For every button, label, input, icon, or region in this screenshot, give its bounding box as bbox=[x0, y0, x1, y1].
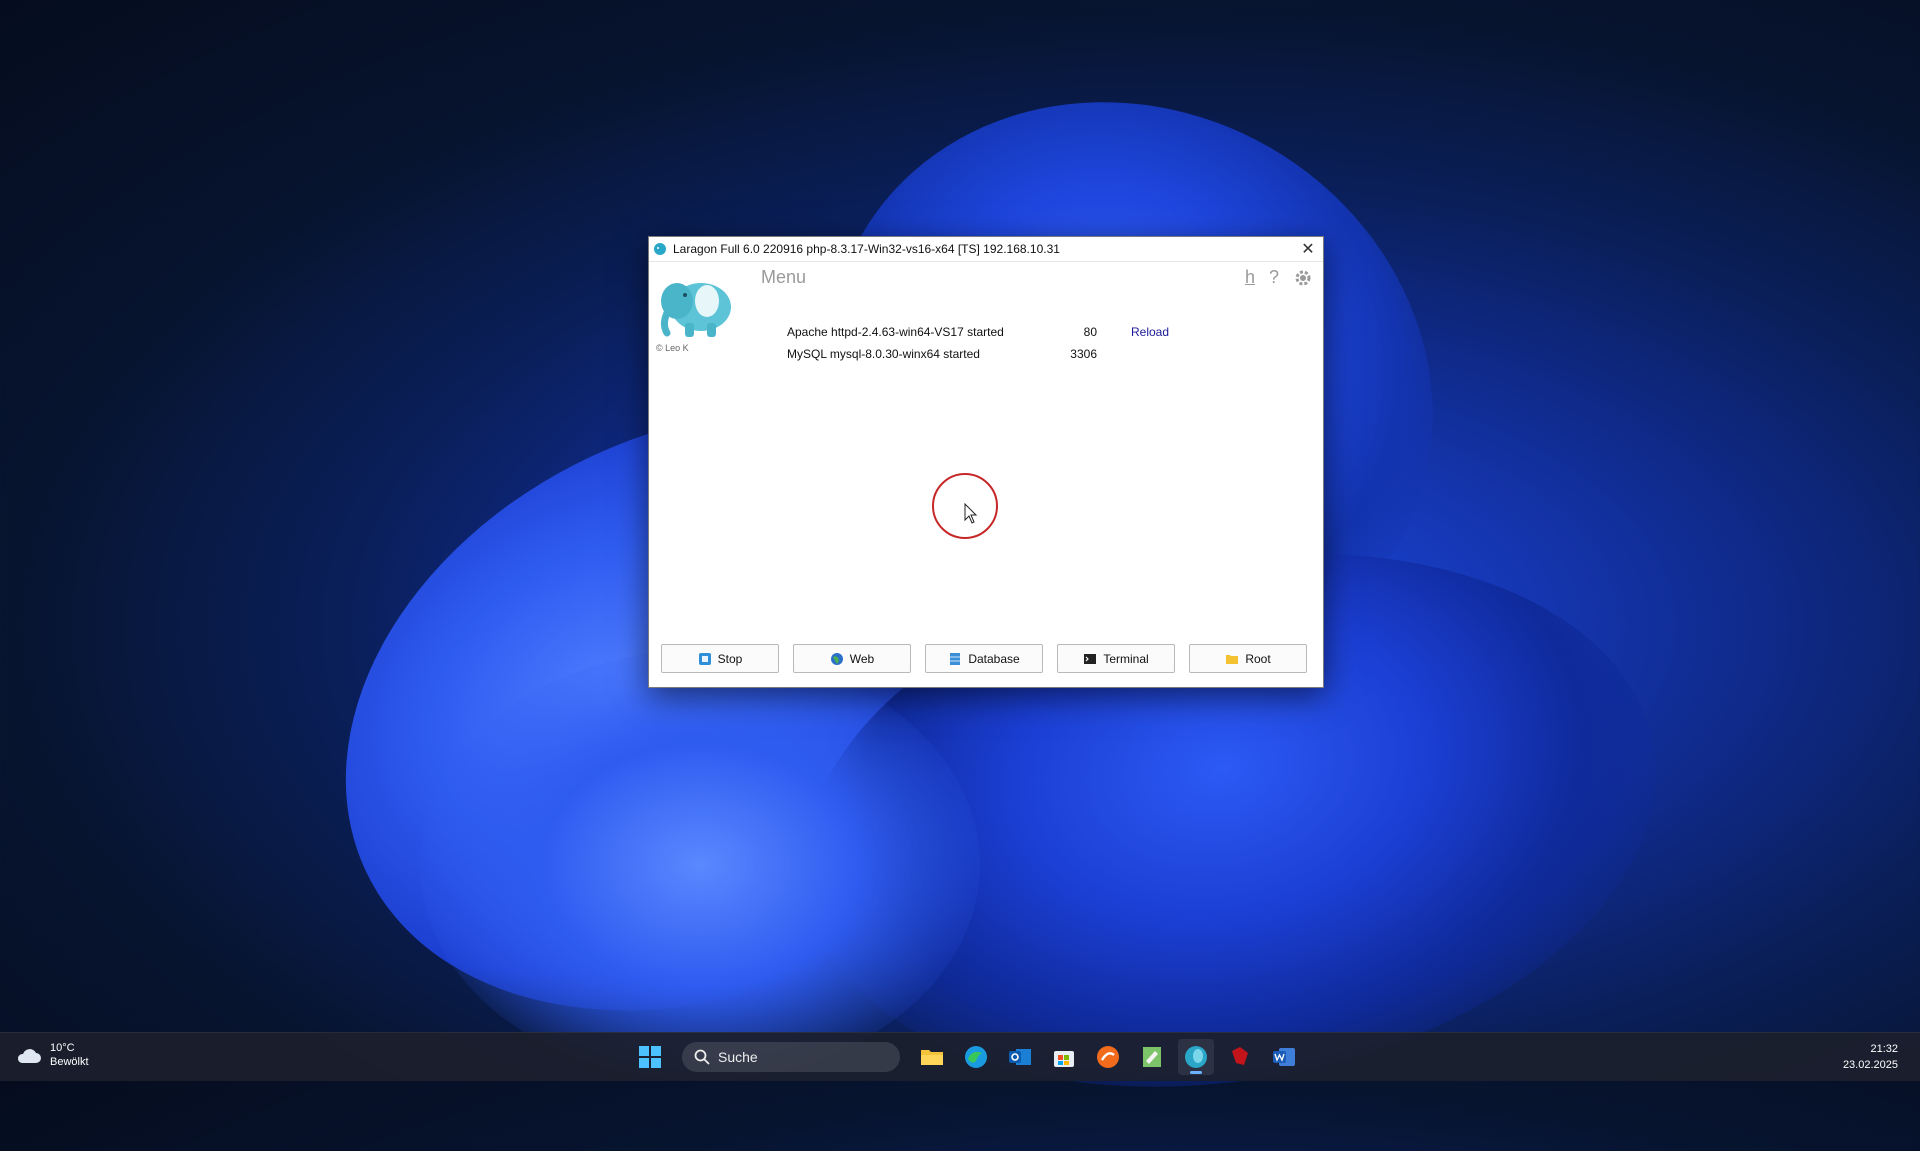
service-row-apache: Apache httpd-2.4.63-win64-VS17 started 8… bbox=[787, 325, 1169, 339]
reload-link[interactable]: Reload bbox=[1131, 325, 1169, 339]
clock-date: 23.02.2025 bbox=[1842, 1059, 1898, 1071]
word-button[interactable] bbox=[1266, 1039, 1302, 1075]
database-icon bbox=[950, 652, 961, 665]
windows-start-icon bbox=[639, 1046, 661, 1068]
app-orange-icon bbox=[1097, 1046, 1119, 1068]
database-button[interactable]: Database bbox=[925, 644, 1043, 673]
laragon-elephant-logo bbox=[660, 283, 731, 337]
window-title: Laragon Full 6.0 220916 php-8.3.17-Win32… bbox=[673, 242, 1060, 256]
copyright-text: © Leo K bbox=[656, 343, 689, 353]
laragon-icon bbox=[1185, 1046, 1207, 1068]
store-button[interactable] bbox=[1046, 1039, 1082, 1075]
service-name: Apache httpd-2.4.63-win64-VS17 started bbox=[787, 325, 1004, 339]
red-app-button[interactable] bbox=[1222, 1039, 1258, 1075]
folder-icon bbox=[1226, 654, 1239, 664]
taskbar-apps: Suche bbox=[632, 1039, 1302, 1075]
service-port: 80 bbox=[1083, 325, 1097, 339]
service-row-mysql: MySQL mysql-8.0.30-winx64 started 3306 bbox=[787, 347, 1097, 361]
close-button[interactable]: ✕ bbox=[1293, 237, 1323, 261]
start-button[interactable] bbox=[632, 1039, 668, 1075]
outlook-button[interactable] bbox=[1002, 1039, 1038, 1075]
clock-time: 21:32 bbox=[1870, 1043, 1898, 1055]
title-bar[interactable]: Laragon Full 6.0 220916 php-8.3.17-Win32… bbox=[649, 237, 1323, 262]
terminal-icon bbox=[1084, 653, 1097, 664]
weather-temperature: 10°C bbox=[50, 1042, 75, 1054]
edge-button[interactable] bbox=[958, 1039, 994, 1075]
orange-app-button[interactable] bbox=[1090, 1039, 1126, 1075]
help-button[interactable]: ? bbox=[1269, 267, 1279, 288]
web-button[interactable]: Web bbox=[793, 644, 911, 673]
terminal-button[interactable]: Terminal bbox=[1057, 644, 1175, 673]
menu-button[interactable]: Menu bbox=[761, 267, 806, 288]
stop-label: Stop bbox=[717, 651, 743, 666]
root-button[interactable]: Root bbox=[1189, 644, 1307, 673]
stop-button[interactable]: Stop bbox=[661, 644, 779, 673]
word-icon bbox=[1273, 1048, 1295, 1066]
notepad-button[interactable] bbox=[1134, 1039, 1170, 1075]
store-icon bbox=[1054, 1051, 1074, 1067]
weather-widget[interactable]: 10°C Bewölkt bbox=[16, 1042, 89, 1069]
laragon-taskbar-button[interactable] bbox=[1178, 1039, 1214, 1075]
laragon-window: Laragon Full 6.0 220916 php-8.3.17-Win32… bbox=[648, 236, 1324, 688]
app-red-icon bbox=[1232, 1047, 1248, 1065]
web-label: Web bbox=[849, 651, 875, 666]
laragon-icon bbox=[654, 243, 666, 255]
notepad-icon bbox=[1143, 1047, 1161, 1067]
wallpaper-bloom bbox=[420, 650, 980, 1080]
search-icon bbox=[694, 1049, 710, 1065]
database-label: Database bbox=[968, 651, 1020, 666]
service-port: 3306 bbox=[1070, 347, 1097, 361]
mouse-cursor-icon bbox=[964, 503, 978, 524]
cloud-icon bbox=[17, 1048, 41, 1063]
taskbar: 10°C Bewölkt Suche 21:32 23.02.2025 bbox=[0, 1032, 1920, 1081]
action-button-bar: Stop Web Database Terminal Root bbox=[661, 644, 1307, 673]
top-icon-group: h ? bbox=[1245, 267, 1313, 288]
gear-icon[interactable] bbox=[1293, 268, 1313, 288]
h-button[interactable]: h bbox=[1245, 267, 1255, 288]
folder-icon bbox=[921, 1050, 943, 1065]
file-explorer-button[interactable] bbox=[914, 1039, 950, 1075]
weather-condition: Bewölkt bbox=[50, 1056, 89, 1068]
globe-icon bbox=[830, 652, 843, 665]
root-label: Root bbox=[1245, 651, 1271, 666]
system-clock[interactable]: 21:32 23.02.2025 bbox=[1843, 1041, 1898, 1073]
search-label: Suche bbox=[718, 1049, 758, 1065]
taskbar-search[interactable]: Suche bbox=[682, 1042, 900, 1072]
outlook-icon bbox=[1009, 1049, 1031, 1065]
stop-icon bbox=[698, 652, 711, 665]
edge-icon bbox=[965, 1046, 987, 1068]
terminal-label: Terminal bbox=[1103, 651, 1149, 666]
service-name: MySQL mysql-8.0.30-winx64 started bbox=[787, 347, 980, 361]
